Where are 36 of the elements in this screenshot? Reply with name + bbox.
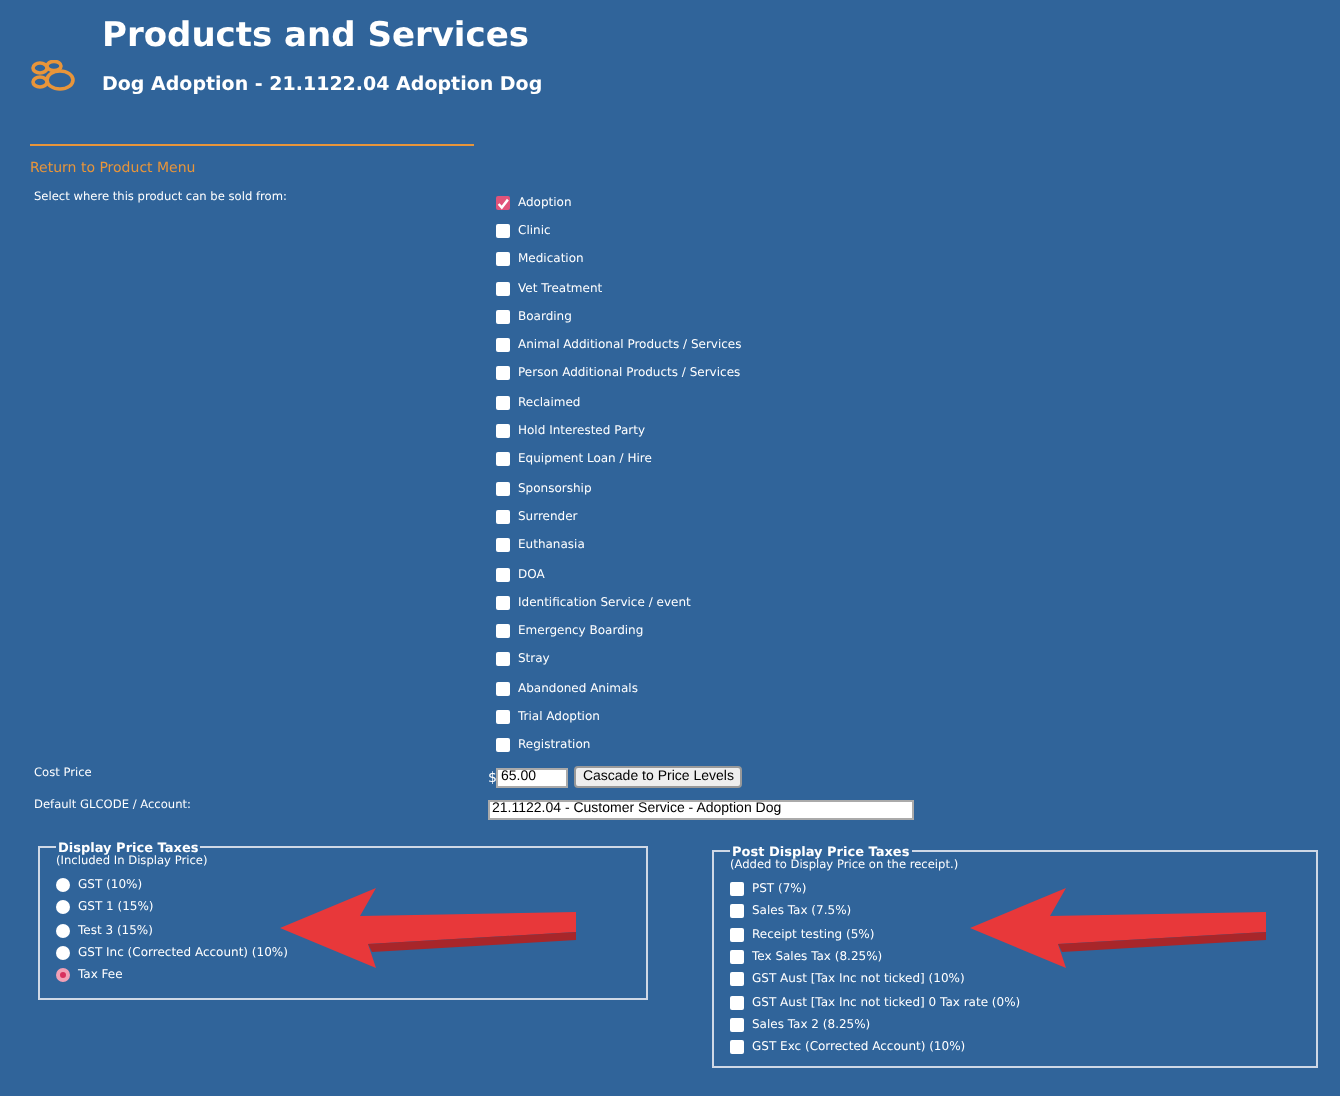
checkbox[interactable] — [496, 681, 510, 696]
page-title: Products and Services — [102, 16, 531, 56]
checkbox[interactable] — [496, 509, 510, 524]
checkbox[interactable] — [496, 567, 510, 581]
checkbox[interactable] — [496, 223, 510, 238]
checkbox[interactable] — [730, 927, 744, 942]
checkbox[interactable] — [496, 481, 510, 496]
checkbox[interactable] — [730, 972, 744, 987]
checkbox[interactable] — [496, 738, 510, 753]
checkbox[interactable] — [496, 452, 510, 467]
checkbox[interactable] — [496, 252, 510, 267]
checkbox[interactable] — [496, 538, 510, 553]
radio-button[interactable] — [56, 900, 70, 915]
checkbox[interactable] — [496, 366, 510, 381]
checkbox[interactable] — [496, 338, 510, 353]
checkbox[interactable] — [496, 395, 510, 410]
checkbox[interactable] — [496, 709, 510, 724]
checkbox[interactable] — [496, 595, 510, 610]
paw-icon — [30, 60, 78, 92]
checkbox[interactable] — [496, 652, 510, 667]
radio-button[interactable] — [56, 945, 70, 960]
checkbox[interactable] — [496, 309, 510, 324]
checkbox[interactable] — [496, 281, 510, 296]
radio-button[interactable] — [56, 923, 70, 938]
checkbox[interactable] — [730, 1017, 744, 1032]
checkbox[interactable] — [496, 424, 510, 439]
page-subtitle: Dog Adoption - 21.1122.04 Adoption Dog — [102, 74, 543, 96]
checkbox[interactable] — [730, 882, 744, 897]
checkbox[interactable] — [496, 195, 510, 210]
checkbox[interactable] — [730, 995, 744, 1010]
checkbox[interactable] — [730, 1040, 744, 1055]
radio-button[interactable] — [56, 878, 70, 893]
checkbox[interactable] — [496, 624, 510, 639]
radio-button[interactable] — [56, 968, 70, 983]
checkbox[interactable] — [730, 904, 744, 919]
checkbox[interactable] — [730, 949, 744, 964]
